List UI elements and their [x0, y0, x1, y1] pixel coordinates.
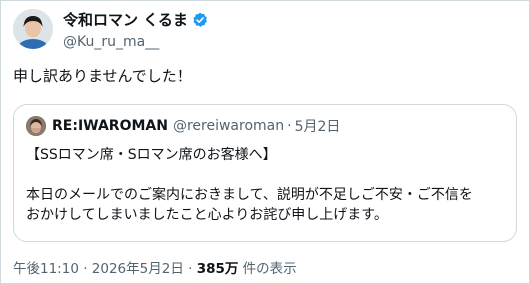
quoted-body: 【SSロマン席・Sロマン席のお客様へ】 本日のメールでのご案内におきまして、説明…	[26, 145, 510, 225]
author-names: 令和ロマン くるま @Ku_ru_ma__	[63, 10, 208, 52]
tweet-header: 令和ロマン くるま @Ku_ru_ma__	[13, 9, 513, 51]
verified-badge-icon	[192, 12, 208, 28]
quoted-line: 本日のメールでのご案内におきまして、説明が不足しご不安・ご不信を	[26, 187, 473, 203]
author-handle[interactable]: @Ku_ru_ma__	[63, 32, 208, 52]
quoted-separator: ·	[287, 118, 292, 134]
views-count: 385万	[196, 261, 239, 277]
tweet-text: 申し訳ありませんでした！	[13, 67, 192, 85]
quoted-tweet[interactable]: RE:IWAROMAN @rereiwaroman · 5月2日 【SSロマン席…	[13, 104, 517, 242]
author-display-name[interactable]: 令和ロマン くるま	[63, 10, 188, 30]
quoted-header: RE:IWAROMAN @rereiwaroman · 5月2日	[26, 116, 340, 136]
tweet-timestamp[interactable]: 午後11:10 · 2026年5月2日 ·	[13, 261, 197, 277]
quoted-blank-line	[26, 165, 510, 185]
display-name-row: 令和ロマン くるま	[63, 10, 208, 30]
quoted-line: 【SSロマン席・Sロマン席のお客様へ】	[26, 147, 277, 163]
tweet-card: 令和ロマン くるま @Ku_ru_ma__ 申し訳ありませんでした！ RE:IW…	[0, 0, 530, 284]
quoted-handle[interactable]: @rereiwaroman	[173, 118, 284, 134]
author-avatar[interactable]	[13, 9, 53, 49]
views-label: 件の表示	[238, 261, 297, 277]
tweet-meta: 午後11:10 · 2026年5月2日 · 385万 件の表示	[13, 260, 297, 278]
quoted-line: おかけしてしまいましたこと心よりお詫び申し上げます。	[26, 207, 388, 223]
quoted-avatar[interactable]	[26, 116, 46, 136]
quoted-name[interactable]: RE:IWAROMAN	[52, 118, 168, 134]
quoted-date[interactable]: 5月2日	[295, 116, 341, 136]
